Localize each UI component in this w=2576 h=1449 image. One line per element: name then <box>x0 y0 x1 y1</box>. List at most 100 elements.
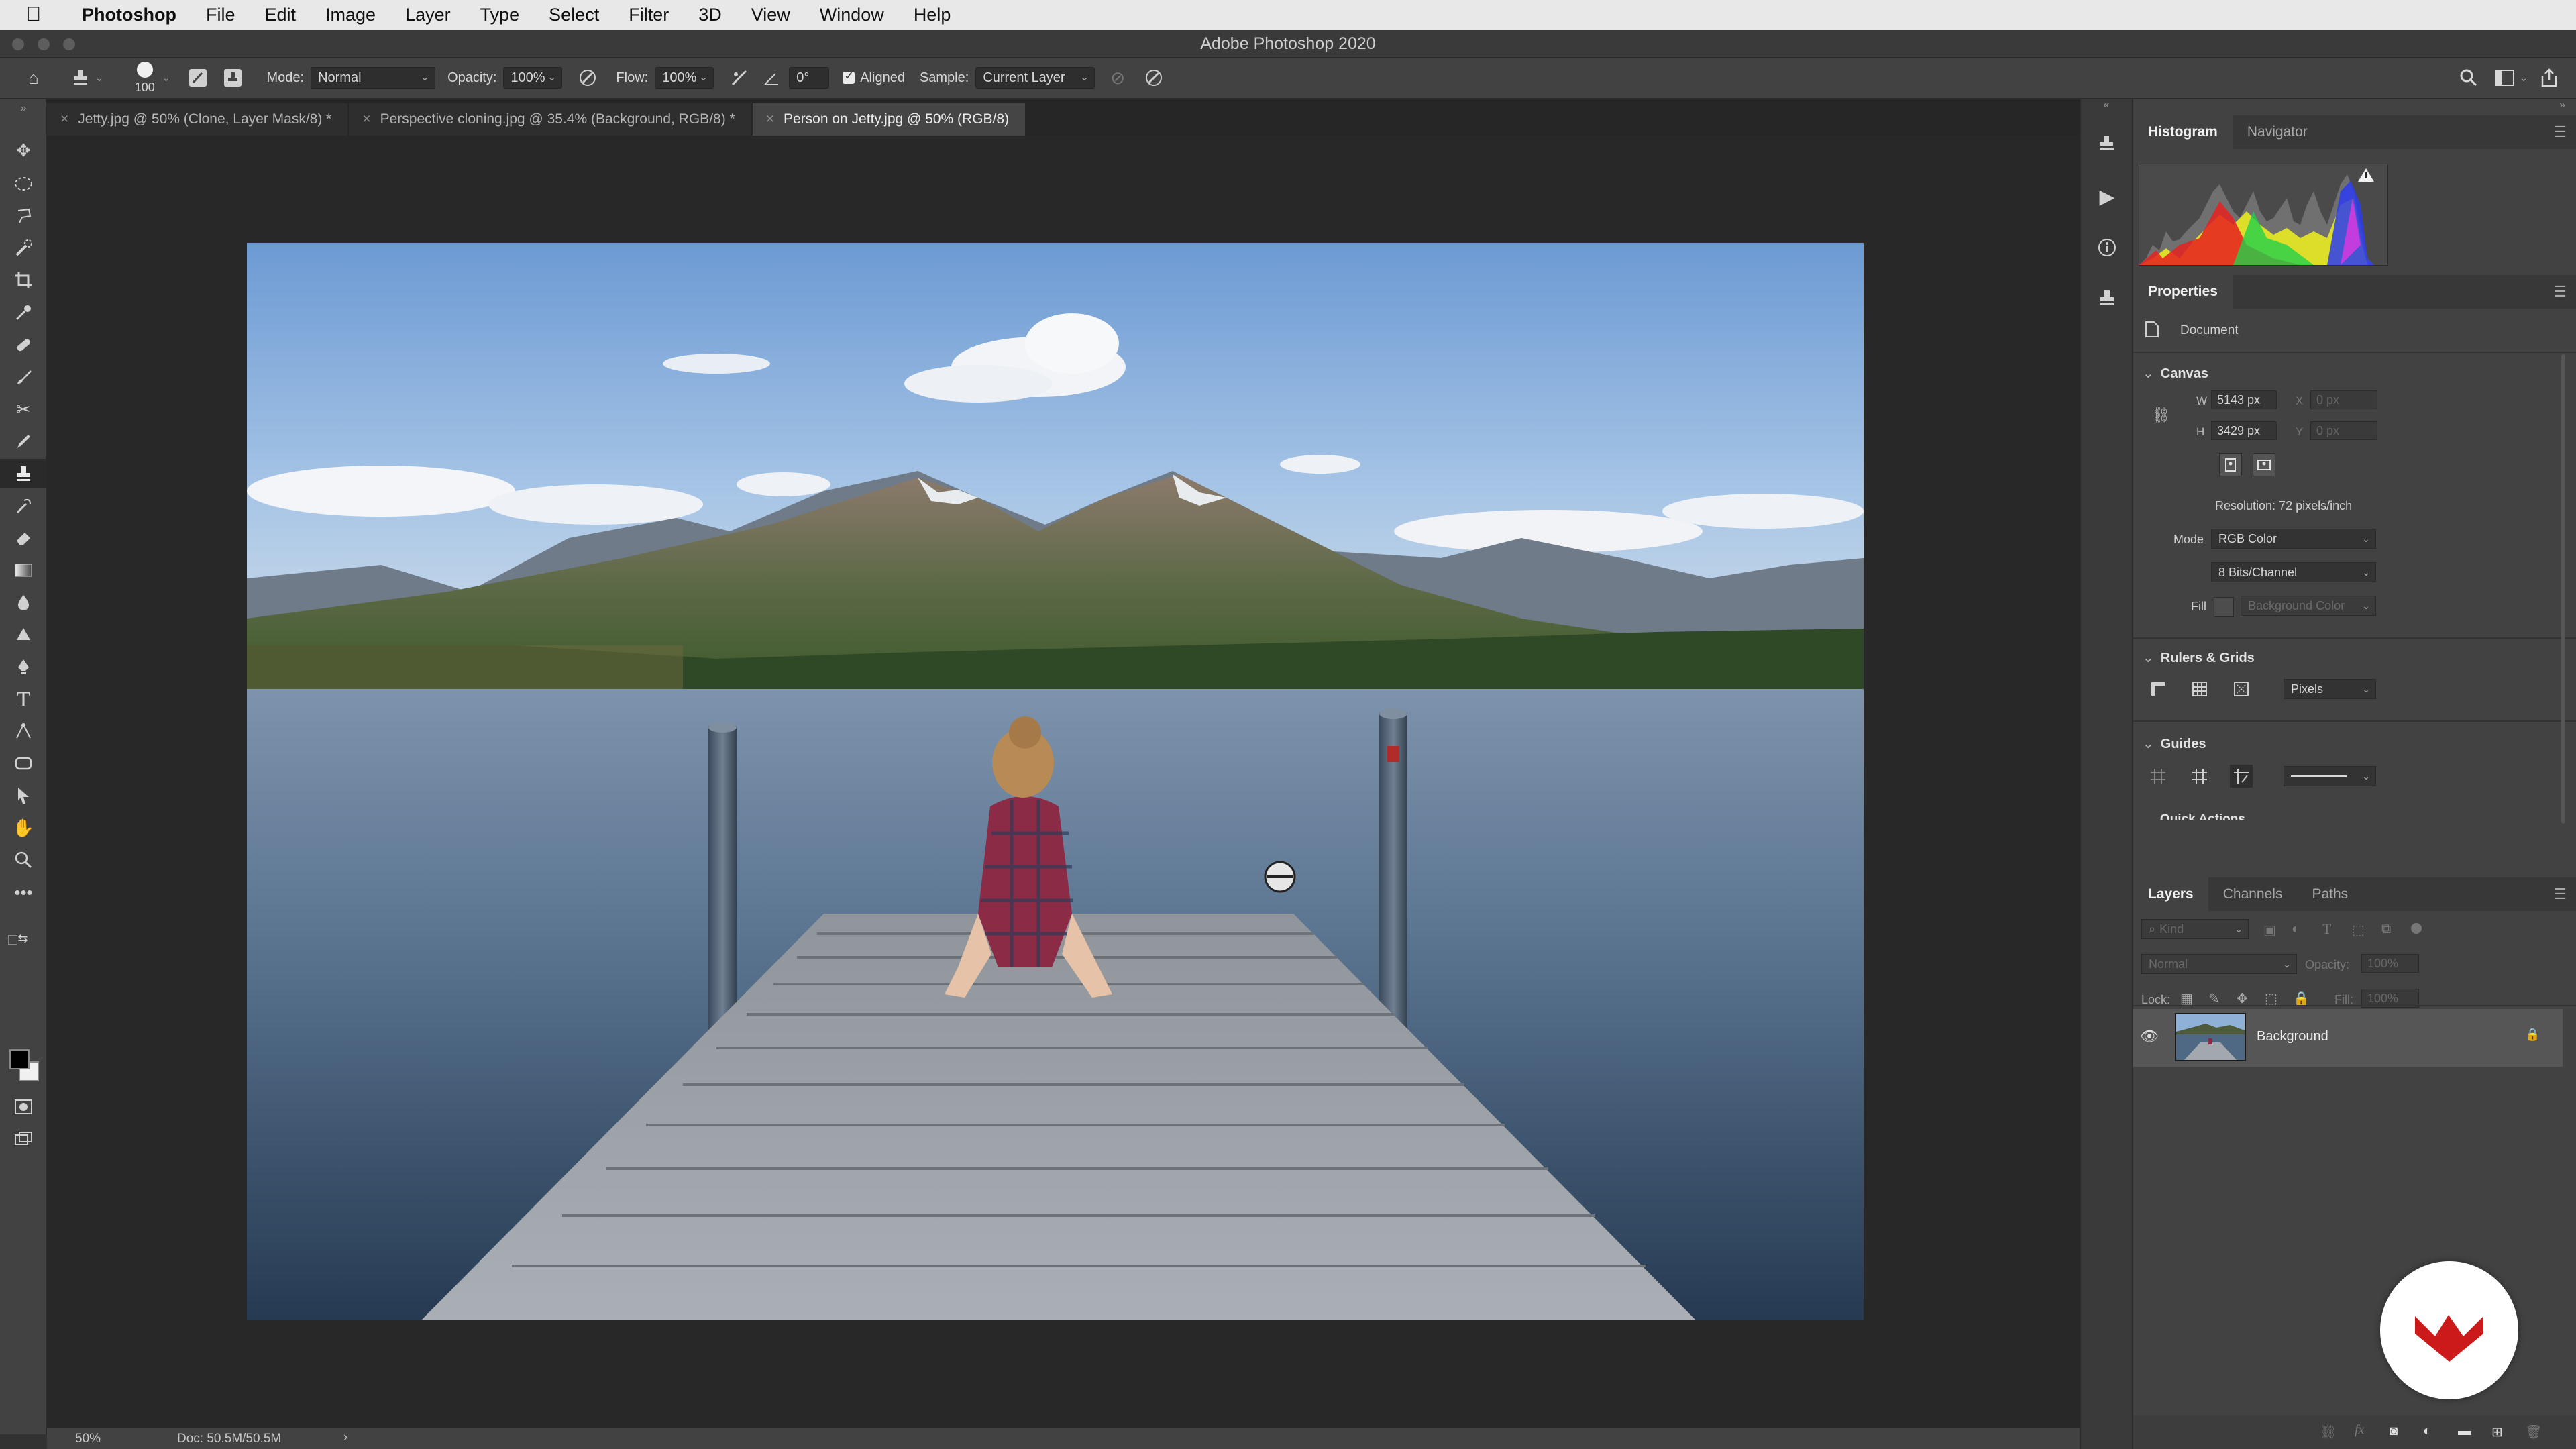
tab-properties[interactable]: Properties <box>2133 275 2233 309</box>
eraser-tool-icon[interactable] <box>0 523 47 553</box>
layer-opacity-field[interactable]: 100% <box>2361 954 2419 973</box>
eyedropper-tool-icon[interactable] <box>0 298 47 327</box>
menu-image[interactable]: Image <box>311 5 390 25</box>
clone-stamp-preset-icon[interactable] <box>67 64 94 91</box>
type-tool-icon[interactable]: T <box>0 684 47 714</box>
filter-adjustment-icon[interactable]: ◐ <box>2292 922 2300 937</box>
tab-histogram[interactable]: Histogram <box>2133 115 2233 149</box>
brush-settings-icon[interactable] <box>184 64 211 91</box>
history-brush-tool-icon[interactable] <box>0 491 47 521</box>
properties-scrollbar[interactable] <box>2561 354 2565 824</box>
dodge-tool-icon[interactable] <box>0 620 47 649</box>
pressure-size-icon[interactable] <box>1140 64 1167 91</box>
screen-mode-icon[interactable] <box>0 1124 47 1154</box>
opacity-field[interactable]: 100% ⌄ <box>503 67 563 89</box>
apple-icon[interactable]:  <box>0 3 67 26</box>
link-layers-icon[interactable]: ⛓ <box>2320 1424 2337 1440</box>
search-icon[interactable] <box>2455 64 2482 91</box>
brush-tool-icon[interactable] <box>0 362 47 392</box>
share-icon[interactable] <box>2536 64 2563 91</box>
tab-navigator[interactable]: Navigator <box>2233 115 2322 149</box>
menu-select[interactable]: Select <box>534 5 614 25</box>
foreground-color-swatch[interactable] <box>9 1049 30 1069</box>
rectangle-tool-icon[interactable] <box>0 749 47 778</box>
expand-panels-icon[interactable]: » <box>2133 99 2576 115</box>
ignore-adjustment-layers-icon[interactable]: ⊘ <box>1104 64 1131 91</box>
quick-selection-tool-icon[interactable] <box>0 233 47 263</box>
panel-menu-icon[interactable]: ☰ <box>2553 885 2567 903</box>
move-tool-icon[interactable]: ✥ <box>0 136 47 165</box>
flow-field[interactable]: 100% ⌄ <box>655 67 714 89</box>
ruler-icon[interactable] <box>2147 678 2169 700</box>
info-panel-icon[interactable] <box>2090 231 2124 264</box>
filter-toggle-icon[interactable] <box>2411 923 2422 934</box>
status-menu-arrow[interactable]: › <box>343 1430 347 1445</box>
layer-style-icon[interactable]: fx <box>2355 1422 2364 1438</box>
new-guide-layout-icon[interactable] <box>2188 765 2211 788</box>
menu-type[interactable]: Type <box>466 5 535 25</box>
tab-layers[interactable]: Layers <box>2133 877 2208 911</box>
brush-size-picker[interactable]: 100 <box>130 59 160 97</box>
crop-tool-icon[interactable] <box>0 266 47 295</box>
quick-actions-section-header[interactable]: ⌄ Quick Actions <box>2143 805 2559 820</box>
filter-pixel-icon[interactable]: ▣ <box>2263 922 2276 938</box>
canvas-width-field[interactable]: 5143 px <box>2211 390 2277 409</box>
panel-menu-icon[interactable]: ☰ <box>2553 283 2567 301</box>
blur-tool-icon[interactable] <box>0 588 47 617</box>
clone-source-panel-icon[interactable] <box>2090 127 2124 161</box>
ruler-units-select[interactable]: Pixels ⌄ <box>2284 679 2376 699</box>
sample-select[interactable]: Current Layer ⌄ <box>975 67 1095 89</box>
tab-perspective-cloning[interactable]: × Perspective cloning.jpg @ 35.4% (Backgr… <box>349 103 751 136</box>
menu-view[interactable]: View <box>737 5 805 25</box>
aligned-checkbox[interactable] <box>843 69 855 84</box>
filter-shape-icon[interactable]: ⬚ <box>2352 922 2365 938</box>
pixel-grid-icon[interactable] <box>2230 678 2253 700</box>
link-dimensions-icon[interactable]: ⛓ <box>2149 404 2172 427</box>
layer-filter-select[interactable]: ⌕ Kind ⌄ <box>2141 919 2249 939</box>
workspace-icon[interactable] <box>2491 64 2518 91</box>
menu-photoshop[interactable]: Photoshop <box>67 5 191 25</box>
rulers-grids-section-header[interactable]: ⌄ Rulers & Grids <box>2143 649 2255 666</box>
menu-help[interactable]: Help <box>899 5 966 25</box>
guide-style-select[interactable]: ⌄ <box>2284 766 2376 786</box>
zoom-level[interactable]: 50% <box>75 1432 101 1446</box>
swap-colors-icon[interactable]: ⇆ <box>9 928 36 949</box>
panel-menu-icon[interactable]: ☰ <box>2553 123 2567 141</box>
marquee-tool-icon[interactable] <box>0 169 47 199</box>
actions-panel-icon[interactable]: ▶ <box>2090 180 2124 213</box>
collapse-panels-icon[interactable]: « <box>2081 99 2132 118</box>
menu-edit[interactable]: Edit <box>250 5 311 25</box>
path-selection-tool-icon[interactable] <box>0 716 47 746</box>
layer-visibility-icon[interactable]: 👁 <box>2140 1028 2159 1045</box>
zoom-tool-icon[interactable] <box>0 845 47 875</box>
new-group-icon[interactable]: ▬ <box>2458 1424 2471 1439</box>
blend-mode-select[interactable]: Normal ⌄ <box>2141 954 2297 974</box>
canvas-height-field[interactable]: 3429 px <box>2211 421 2277 440</box>
lasso-tool-icon[interactable] <box>0 201 47 231</box>
clone-stamp-tool-icon[interactable] <box>0 459 47 488</box>
angle-field[interactable]: 0° <box>789 67 830 89</box>
grid-icon[interactable] <box>2188 678 2211 700</box>
add-mask-icon[interactable]: ◙ <box>2390 1424 2398 1439</box>
tool-presets-panel-icon[interactable] <box>2090 282 2124 315</box>
menu-layer[interactable]: Layer <box>390 5 466 25</box>
expand-toolbar-icon[interactable]: » <box>0 101 47 117</box>
mode-select[interactable]: Normal ⌄ <box>311 67 436 89</box>
portrait-orientation-icon[interactable] <box>2219 453 2242 476</box>
color-mode-select[interactable]: RGB Color ⌄ <box>2211 529 2376 549</box>
filter-type-icon[interactable]: T <box>2322 920 2331 938</box>
direct-selection-tool-icon[interactable] <box>0 781 47 810</box>
menu-3d[interactable]: 3D <box>684 5 737 25</box>
bit-depth-select[interactable]: 8 Bits/Channel ⌄ <box>2211 562 2376 582</box>
gradient-tool-icon[interactable] <box>0 555 47 585</box>
adjustment-layer-icon[interactable]: ◐ <box>2423 1424 2431 1439</box>
scissors-tool-icon[interactable]: ✂ <box>0 394 47 424</box>
pressure-opacity-icon[interactable] <box>574 64 601 91</box>
fill-color-swatch[interactable] <box>2214 597 2234 617</box>
delete-layer-icon[interactable]: 🗑 <box>2525 1424 2542 1440</box>
new-layer-icon[interactable]: ⊞ <box>2491 1424 2503 1440</box>
guides-icon[interactable] <box>2147 765 2169 788</box>
home-icon[interactable]: ⌂ <box>20 64 47 91</box>
pen-tool-icon[interactable] <box>0 652 47 682</box>
menu-window[interactable]: Window <box>805 5 899 25</box>
